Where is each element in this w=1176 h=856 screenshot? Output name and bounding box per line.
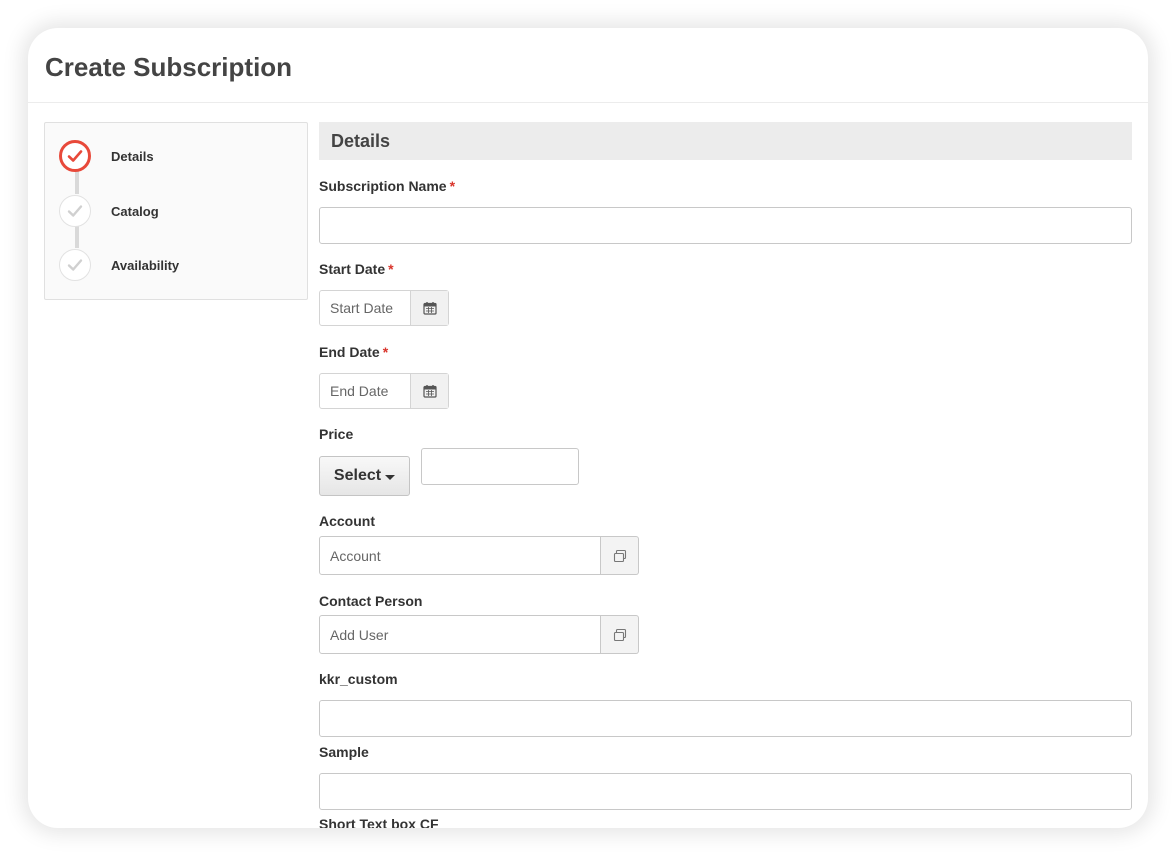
contact-person-label: Contact Person — [319, 593, 423, 609]
required-mark: * — [382, 344, 389, 360]
page-header: Create Subscription — [28, 28, 1148, 103]
caret-down-icon — [385, 474, 396, 480]
subscription-name-label-text: Subscription Name — [319, 178, 447, 194]
step-connector — [75, 224, 79, 248]
calendar-icon — [422, 302, 437, 315]
end-date-calendar-button[interactable] — [410, 374, 448, 408]
end-date-input[interactable] — [320, 374, 410, 408]
required-mark: * — [388, 261, 394, 277]
start-date-label: Start Date * — [319, 261, 394, 277]
lookup-window-icon — [613, 549, 626, 562]
start-date-label-text: Start Date — [319, 261, 386, 277]
contact-person-input[interactable] — [319, 615, 601, 654]
create-subscription-card: Create Subscription Details Catalog Avai… — [28, 28, 1148, 828]
account-lookup — [319, 536, 639, 575]
check-icon — [67, 150, 83, 162]
page-title: Create Subscription — [45, 52, 293, 82]
kkr-custom-label: kkr_custom — [319, 671, 398, 687]
price-input[interactable] — [421, 448, 579, 485]
check-icon — [67, 205, 83, 217]
price-label: Price — [319, 426, 354, 442]
section-title: Details — [331, 131, 391, 151]
lookup-window-icon — [613, 628, 626, 641]
step-details-status-icon — [59, 140, 91, 172]
subscription-name-input[interactable] — [319, 207, 1132, 244]
contact-person-lookup-button[interactable] — [601, 615, 639, 654]
section-header: Details — [319, 122, 1132, 160]
step-availability-status-icon — [59, 249, 91, 281]
account-label: Account — [319, 513, 375, 529]
required-mark: * — [449, 178, 456, 194]
kkr-custom-input[interactable] — [319, 700, 1132, 737]
check-icon — [67, 259, 83, 271]
start-date-calendar-button[interactable] — [410, 291, 448, 325]
end-date-label: End Date * — [319, 344, 388, 360]
sample-label: Sample — [319, 744, 369, 760]
contact-person-lookup — [319, 615, 639, 654]
start-date-picker — [319, 290, 449, 326]
step-catalog[interactable]: Catalog — [111, 204, 159, 219]
start-date-input[interactable] — [320, 291, 410, 325]
account-input[interactable] — [319, 536, 601, 575]
subscription-name-label: Subscription Name * — [319, 178, 455, 194]
price-select-label: Select — [333, 467, 382, 484]
end-date-picker — [319, 373, 449, 409]
short-text-box-label: Short Text box CF — [319, 816, 439, 828]
wizard-steps-panel: Details Catalog Availability — [44, 122, 308, 300]
sample-input[interactable] — [319, 773, 1132, 810]
step-catalog-status-icon — [59, 195, 91, 227]
step-details[interactable]: Details — [111, 149, 154, 164]
account-lookup-button[interactable] — [601, 536, 639, 575]
calendar-icon — [422, 385, 437, 398]
step-connector — [75, 170, 79, 194]
end-date-label-text: End Date — [319, 344, 380, 360]
step-availability[interactable]: Availability — [111, 258, 179, 273]
price-select-button[interactable]: Select — [319, 456, 410, 496]
